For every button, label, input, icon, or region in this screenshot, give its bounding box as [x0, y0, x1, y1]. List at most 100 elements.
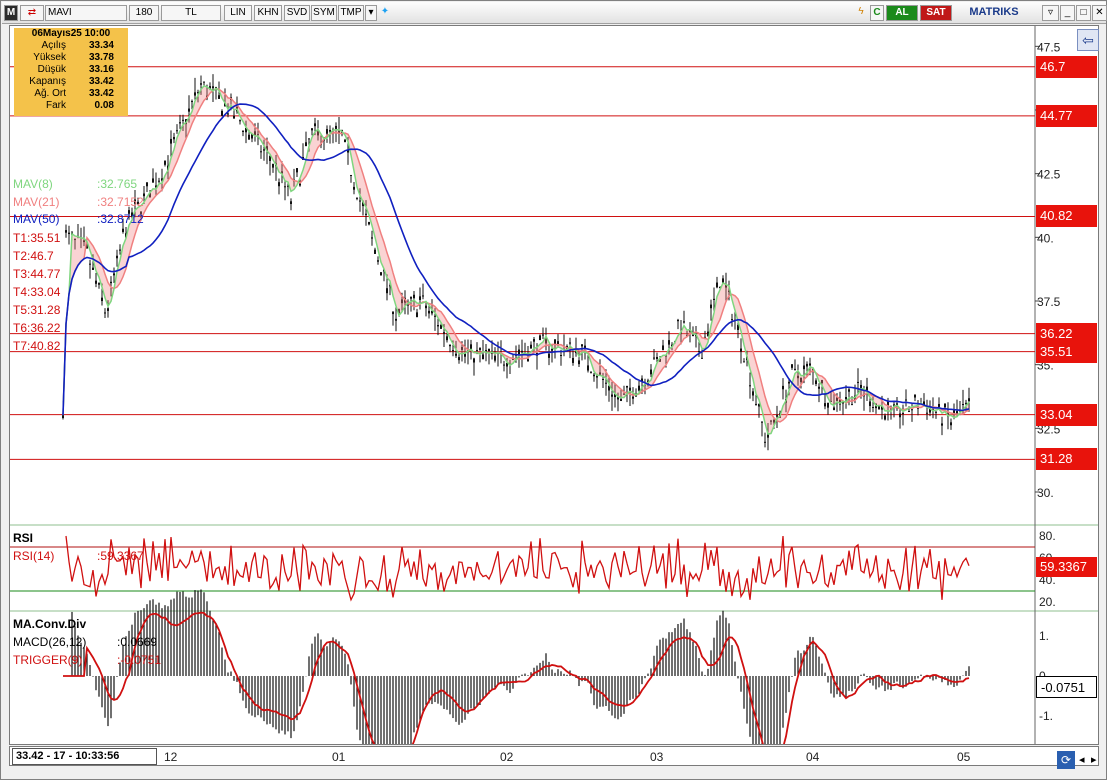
ohlc-row: Düşük 33.16 — [14, 64, 128, 76]
ohlc-key: Düşük — [37, 64, 66, 75]
candle-body — [581, 344, 583, 347]
candle-body — [914, 394, 916, 398]
candle-body — [296, 168, 298, 173]
close-icon[interactable]: ✕ — [1092, 5, 1107, 21]
tmp-button[interactable]: TMP — [338, 5, 364, 21]
candle-body — [122, 228, 124, 232]
candle-body — [602, 378, 604, 380]
candle-body — [683, 321, 685, 323]
candle-body — [203, 81, 205, 83]
candle-body — [611, 394, 613, 397]
maximize-icon[interactable]: □ — [1076, 5, 1091, 21]
scroll-left-arrow-icon[interactable]: ⇦ — [1077, 29, 1099, 51]
candle-body — [809, 363, 811, 366]
candle-body — [413, 294, 415, 299]
candle-body — [866, 386, 868, 391]
rsi-value-tag: 59.3367 — [1036, 557, 1097, 577]
lightning-icon[interactable]: ϟ — [855, 5, 867, 21]
scroll-right-icon[interactable]: ▸ — [1091, 753, 1097, 766]
target-level-label: T3:44.77 — [13, 267, 61, 281]
candle-body — [158, 180, 160, 182]
ohlc-row: Ağ. Ort 33.42 — [14, 88, 128, 100]
symbol-switch-icon[interactable]: ⇄ — [20, 5, 44, 21]
rsi-title: RSI — [13, 531, 34, 545]
chart-canvas[interactable]: 47.54542.540.37.535.32.530.80.60.40.20.1… — [10, 26, 1098, 744]
candle-body — [428, 310, 430, 314]
x-axis-tick: 04 — [806, 750, 820, 764]
candle-body — [824, 403, 826, 407]
symbol-input[interactable]: MAVI — [45, 5, 127, 21]
ohlc-row: Fark 0.08 — [14, 100, 128, 112]
price-level-tag: 31.28 — [1036, 448, 1097, 471]
buy-button[interactable]: AL — [886, 5, 918, 21]
candle-body — [176, 130, 178, 132]
candle-body — [353, 186, 355, 190]
candle-body — [911, 409, 913, 411]
ohlc-key: Yüksek — [33, 52, 66, 63]
candle-body — [944, 403, 946, 408]
candle-body — [782, 385, 784, 390]
candle-body — [668, 340, 670, 345]
candle-body — [359, 200, 361, 202]
candle-body — [569, 342, 571, 344]
status-text: 33.42 - 17 - 10:33:56 — [12, 748, 157, 765]
candle-body — [92, 267, 94, 270]
x-axis-tick: 01 — [332, 750, 346, 764]
c-button[interactable]: C — [870, 5, 884, 21]
candle-body — [650, 369, 652, 375]
khn-button[interactable]: KHN — [254, 5, 282, 21]
scroll-left-icon[interactable]: ◂ — [1079, 753, 1085, 766]
candle-body — [494, 355, 496, 361]
candle-body — [356, 197, 358, 199]
refresh-icon[interactable]: ⟳ — [1057, 751, 1075, 769]
candle-body — [305, 142, 307, 147]
price-level-tag: 46.7 — [1036, 55, 1097, 78]
candle-body — [908, 411, 910, 413]
candle-body — [221, 110, 223, 116]
minimize-icon[interactable]: _ — [1060, 5, 1075, 21]
trigger-value: :-0.0751 — [117, 653, 162, 667]
candle-body — [698, 351, 700, 353]
candle-body — [392, 311, 394, 315]
macd-value: :0.0669 — [117, 635, 158, 649]
rsi-tick-label: 20. — [1039, 595, 1056, 609]
candle-body — [794, 368, 796, 370]
sell-button[interactable]: SAT — [920, 5, 952, 21]
currency-select[interactable]: TL — [161, 5, 221, 21]
dropdown-arrow-icon[interactable]: ▾ — [365, 5, 377, 21]
candle-body — [656, 357, 658, 359]
candle-body — [455, 353, 457, 356]
candle-body — [410, 297, 412, 299]
candle-body — [116, 255, 118, 259]
candle-body — [107, 308, 109, 311]
options-arrow-icon[interactable]: ▿ — [1042, 5, 1059, 21]
candle-body — [701, 357, 703, 359]
candle-body — [416, 312, 418, 318]
candle-body — [146, 182, 148, 187]
chart-area[interactable]: 47.54542.540.37.535.32.530.80.60.40.20.1… — [9, 25, 1099, 745]
candle-body — [350, 174, 352, 176]
x-axis-tick: 02 — [500, 750, 514, 764]
menu-m-icon[interactable]: M — [4, 5, 18, 21]
macd-tick-label: 1. — [1039, 629, 1049, 643]
twitter-icon[interactable]: ✦ — [378, 5, 392, 21]
candle-body — [926, 412, 928, 414]
target-level-label: T4:33.04 — [13, 285, 61, 299]
candle-body — [419, 296, 421, 300]
candle-body — [626, 385, 628, 388]
trigger-legend: TRIGGER(9):-0.0751 — [13, 653, 161, 667]
target-level-label: T2:46.7 — [13, 249, 54, 263]
macd-label: MACD(26,12) — [13, 635, 87, 649]
price-tick-label: 47.5 — [1037, 40, 1061, 54]
period-select[interactable]: 180 — [129, 5, 159, 21]
bottom-controls: ⟳ ◂ ▸ — [1057, 751, 1101, 769]
candle-body — [173, 136, 175, 140]
svd-button[interactable]: SVD — [284, 5, 310, 21]
x-axis-tick: 12 — [164, 750, 178, 764]
lin-button[interactable]: LIN — [224, 5, 252, 21]
candle-body — [164, 160, 166, 165]
ohlc-value: 33.42 — [88, 76, 114, 87]
sym-button[interactable]: SYM — [311, 5, 337, 21]
candle-body — [479, 348, 481, 350]
candle-body — [191, 101, 193, 103]
